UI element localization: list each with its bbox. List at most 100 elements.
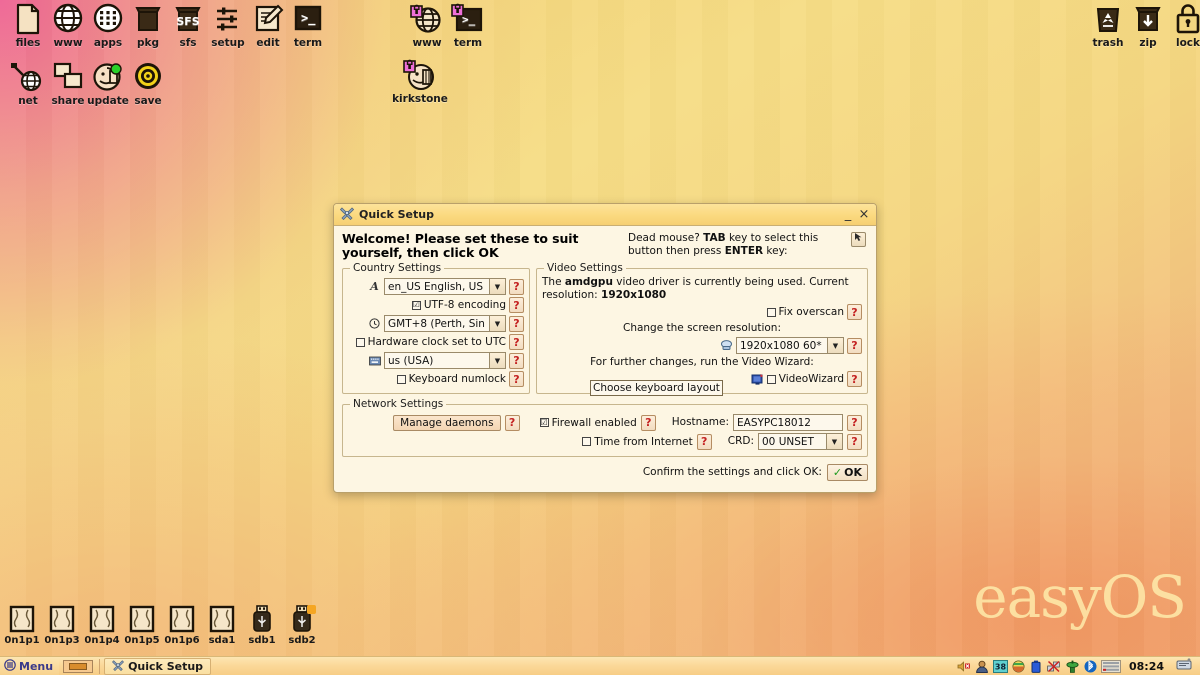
locale-value: en_US English, US [384, 278, 489, 295]
manage-daemons-button[interactable]: Manage daemons [393, 415, 500, 431]
drive-label: 0n1p1 [4, 635, 39, 646]
drive-label: sdb2 [288, 635, 315, 646]
drive-icon-0n1p4[interactable]: 0n1p4 [82, 604, 122, 646]
timezone-help-button[interactable]: ? [509, 316, 524, 332]
locale-combobox[interactable]: en_US English, US ▼ [384, 278, 506, 295]
drive-icon-0n1p6[interactable]: 0n1p6 [162, 604, 202, 646]
fan-plug-icon[interactable] [1065, 659, 1080, 674]
drive-icon-sdb2[interactable]: sdb2 [282, 604, 322, 646]
crd-help-button[interactable]: ? [847, 434, 862, 450]
desktop-icon-term[interactable]: >_ term [280, 2, 336, 49]
terminal-icon: >_ [290, 2, 326, 36]
task-item-label: Quick Setup [128, 660, 203, 673]
partition-icon [48, 604, 76, 634]
utf8-checkbox[interactable]: ☑ UTF-8 encoding [412, 299, 506, 311]
close-button[interactable]: × [856, 207, 872, 223]
firewall-help-button[interactable]: ? [641, 415, 656, 431]
task-item-quick-setup[interactable]: Quick Setup [104, 658, 211, 675]
resolution-combobox[interactable]: 1920x1080 60* ▼ [736, 337, 844, 354]
network-disconnected-icon[interactable] [1047, 659, 1062, 674]
drive-icon-sdb1[interactable]: sdb1 [242, 604, 282, 646]
drive-label: sdb1 [248, 635, 275, 646]
workspace-pager[interactable] [63, 660, 93, 673]
ok-button[interactable]: ✓ OK [827, 464, 868, 481]
cpu-load-meter-icon[interactable] [1101, 659, 1121, 674]
drive-icon-0n1p3[interactable]: 0n1p3 [42, 604, 82, 646]
footer-row: Confirm the settings and click OK: ✓ OK [342, 464, 868, 481]
volume-muted-icon[interactable] [957, 659, 972, 674]
video-wizard-hint-row: For further changes, run the Video Wizar… [542, 356, 862, 369]
dead-mouse-line1-pre: Dead mouse? [628, 232, 703, 244]
quick-setup-window[interactable]: Quick Setup _ × Welcome! Please set thes… [333, 203, 877, 493]
minimize-button[interactable]: _ [840, 207, 856, 223]
desktop-switch-icon[interactable] [1172, 658, 1196, 674]
hand-locked-icon [402, 58, 438, 92]
keyboard-help-button[interactable]: ? [509, 353, 524, 369]
desktop-icon-label: save [120, 95, 176, 107]
fix-overscan-checkbox[interactable]: Fix overscan [767, 306, 845, 318]
menu-button[interactable]: Menu [0, 657, 59, 675]
hwclock-utc-checkbox[interactable]: Hardware clock set to UTC [356, 336, 506, 348]
dead-mouse-enter-key: ENTER [725, 245, 763, 257]
menu-burger-icon [4, 659, 16, 674]
chevron-down-icon[interactable]: ▼ [489, 278, 506, 295]
firewall-checkbox[interactable]: ☑ Firewall enabled [540, 417, 637, 429]
desktop-icon-term-container[interactable]: >_ term [440, 2, 496, 49]
partition-icon [208, 604, 236, 634]
time-from-internet-help-button[interactable]: ? [697, 434, 712, 450]
monitor-icon [720, 339, 733, 352]
bluetooth-icon[interactable] [1083, 659, 1098, 674]
battery-icon[interactable] [1029, 659, 1044, 674]
numlock-help-button[interactable]: ? [509, 371, 524, 387]
time-from-internet-checkbox[interactable]: Time from Internet [582, 436, 693, 448]
manage-daemons-help-button[interactable]: ? [505, 415, 520, 431]
pager-active-desktop [69, 663, 87, 670]
resolution-help-button[interactable]: ? [847, 338, 862, 354]
network-settings-group: Network Settings Manage daemons ? ☑ Fire… [342, 398, 868, 457]
taskbar-clock[interactable]: 08:24 [1124, 660, 1169, 673]
desktop-icon-kirkstone-container[interactable]: kirkstone [392, 58, 448, 105]
chevron-down-icon[interactable]: ▼ [827, 337, 844, 354]
utf8-help-button[interactable]: ? [509, 297, 524, 313]
checkbox-box [767, 375, 776, 384]
usb-drive-icon [288, 604, 316, 634]
checkbox-box [397, 375, 406, 384]
desktop-icon-save[interactable]: save [120, 60, 176, 107]
chevron-down-icon[interactable]: ▼ [489, 315, 506, 332]
svg-text:>_: >_ [301, 11, 316, 26]
cpu-temperature-icon[interactable]: 38 [993, 659, 1008, 674]
chevron-down-icon[interactable]: ▼ [826, 433, 843, 450]
dead-mouse-tab-key: TAB [703, 232, 725, 244]
desktop-icon-lock[interactable]: lock [1160, 2, 1200, 49]
check-icon: ✓ [833, 466, 842, 479]
video-driver-text: The amdgpu video driver is currently bei… [542, 276, 862, 302]
window-titlebar[interactable]: Quick Setup _ × [334, 204, 876, 226]
color-ball-icon[interactable] [1011, 659, 1026, 674]
dead-mouse-hint: Dead mouse? TAB key to select this butto… [628, 232, 868, 258]
desktop-icon-label: kirkstone [392, 93, 448, 105]
locale-help-button[interactable]: ? [509, 279, 524, 295]
partition-icon [88, 604, 116, 634]
change-resolution-label-row: Change the screen resolution: [542, 322, 862, 335]
hwclock-utc-help-button[interactable]: ? [509, 334, 524, 350]
drive-icon-sda1[interactable]: sda1 [202, 604, 242, 646]
crd-combobox[interactable]: 00 UNSET ▼ [758, 433, 843, 450]
hostname-input[interactable]: EASYPC18012 [733, 414, 843, 431]
video-wizard-checkbox[interactable]: VideoWizard [767, 373, 844, 385]
drive-icon-0n1p5[interactable]: 0n1p5 [122, 604, 162, 646]
dead-mouse-button[interactable] [851, 232, 866, 247]
country-settings-legend: Country Settings [350, 262, 444, 274]
chevron-down-icon[interactable]: ▼ [489, 352, 506, 369]
video-wizard-help-button[interactable]: ? [847, 371, 862, 387]
numlock-checkbox[interactable]: Keyboard numlock [397, 373, 506, 385]
timezone-combobox[interactable]: GMT+8 (Perth, Sin ▼ [384, 315, 506, 332]
user-account-icon[interactable] [975, 659, 990, 674]
keyboard-combobox[interactable]: us (USA) ▼ [384, 352, 506, 369]
network-row-2: Time from Internet ? CRD: 00 UNSET ▼ ? [348, 433, 862, 450]
drive-icon-0n1p1[interactable]: 0n1p1 [2, 604, 42, 646]
terminal-locked-icon: >_ [450, 2, 486, 36]
fix-overscan-help-button[interactable]: ? [847, 304, 862, 320]
hostname-help-button[interactable]: ? [847, 415, 862, 431]
welcome-heading: Welcome! Please set these to suit yourse… [342, 232, 622, 260]
partition-icon [128, 604, 156, 634]
